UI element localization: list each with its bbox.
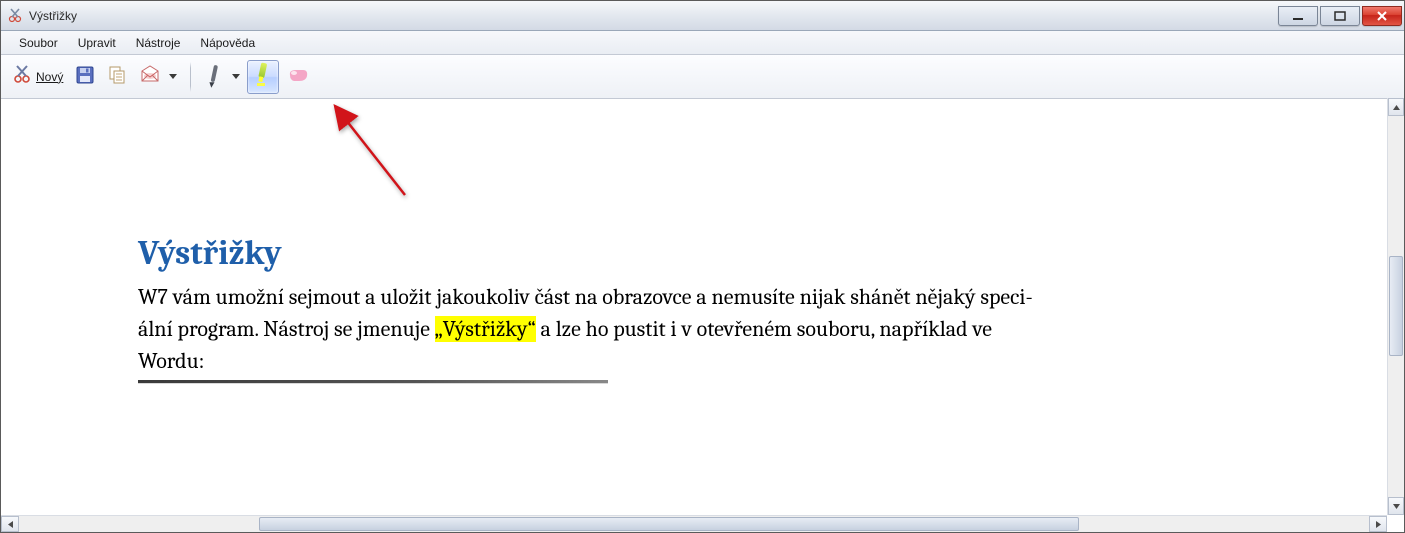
doc-highlighted-text: „Výstřižky“ (435, 316, 536, 342)
scissors-icon (12, 65, 32, 88)
pen-button[interactable] (199, 60, 245, 94)
doc-heading: Výstřižky (138, 229, 1033, 278)
toolbar-separator (190, 62, 191, 92)
new-snip-label: Nový (36, 70, 63, 84)
chevron-down-icon[interactable] (232, 74, 240, 79)
titlebar: Výstřižky (1, 1, 1404, 31)
menubar: Soubor Upravit Nástroje Nápověda (1, 31, 1404, 55)
menu-nastroje[interactable]: Nástroje (126, 33, 191, 53)
send-button[interactable] (134, 60, 182, 94)
horizontal-scroll-thumb[interactable] (259, 517, 1079, 531)
scroll-right-button[interactable] (1369, 516, 1387, 532)
toolbar: Nový (1, 55, 1404, 99)
close-button[interactable] (1362, 6, 1402, 26)
new-snip-button[interactable]: Nový (7, 60, 68, 94)
horizontal-scroll-track[interactable] (19, 516, 1369, 532)
highlighter-button[interactable] (247, 60, 279, 94)
doc-line-2: ální program. Nástroj se jmenuje „Výstři… (138, 314, 1033, 346)
snip-canvas[interactable]: Výstřižky W7 vám umožní sejmout a uložit… (1, 99, 1404, 515)
window-title: Výstřižky (29, 9, 1278, 23)
floppy-disk-icon (75, 65, 95, 88)
toolbar-group-annotate (199, 60, 315, 94)
captured-document: Výstřižky W7 vám umožní sejmout a uložit… (1, 99, 1153, 383)
scroll-left-button[interactable] (1, 516, 19, 532)
highlighter-icon (252, 61, 274, 92)
chevron-down-icon[interactable] (169, 74, 177, 79)
menu-upravit[interactable]: Upravit (68, 33, 126, 53)
doc-line-1: W7 vám umožní sejmout a uložit jakoukoli… (138, 282, 1033, 314)
scroll-down-button[interactable] (1388, 497, 1404, 515)
eraser-button[interactable] (281, 60, 315, 94)
copy-button[interactable] (102, 60, 132, 94)
doc-separator-rule (138, 380, 608, 383)
envelope-icon (139, 65, 161, 88)
toolbar-group-main: Nový (7, 60, 182, 94)
doc-line-3: Wordu: (138, 346, 1033, 378)
doc-line-2b: a lze ho pustit i v otevřeném souboru, n… (536, 316, 992, 342)
window-controls (1278, 6, 1402, 26)
horizontal-scrollbar[interactable] (1, 515, 1387, 532)
maximize-button[interactable] (1320, 6, 1360, 26)
eraser-icon (286, 65, 310, 88)
vertical-scroll-thumb[interactable] (1389, 256, 1403, 356)
doc-line-2a: ální program. Nástroj se jmenuje (138, 316, 435, 342)
menu-soubor[interactable]: Soubor (9, 33, 68, 53)
pen-icon (204, 61, 224, 92)
copy-icon (107, 65, 127, 88)
menu-napoveda[interactable]: Nápověda (190, 33, 265, 53)
app-icon (7, 8, 23, 24)
minimize-button[interactable] (1278, 6, 1318, 26)
vertical-scrollbar[interactable] (1387, 98, 1404, 515)
vertical-scroll-track[interactable] (1388, 116, 1404, 497)
save-button[interactable] (70, 60, 100, 94)
scroll-up-button[interactable] (1388, 98, 1404, 116)
